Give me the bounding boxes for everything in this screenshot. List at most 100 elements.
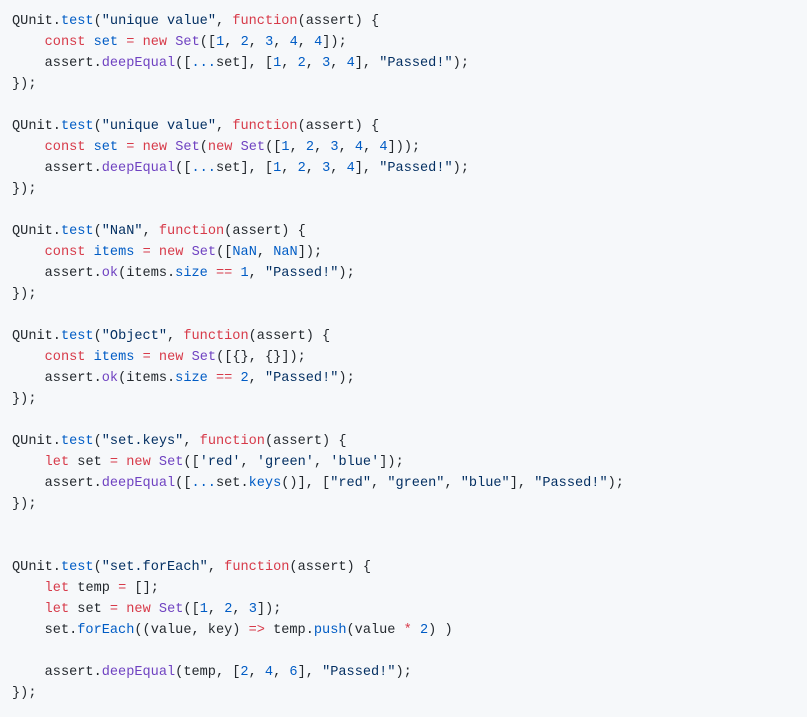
code-text: (items. <box>118 371 176 386</box>
string-token: "blue" <box>460 476 510 491</box>
code-line: assert.ok(items.size == 2, "Passed!"); <box>12 368 807 389</box>
number-token: 1 <box>281 140 290 155</box>
code-text: ); <box>338 266 355 281</box>
code-block: QUnit.test("unique value", function(asse… <box>0 0 807 717</box>
code-text: ([{}, {}]); <box>216 350 306 365</box>
number-token: 3 <box>248 602 257 617</box>
code-text: QUnit. <box>12 329 61 344</box>
keyword-token: const <box>44 140 86 155</box>
code-text: (value <box>346 623 404 638</box>
property-token: set <box>93 140 119 155</box>
operator-token: = <box>142 245 151 260</box>
keyword-token: function <box>224 560 290 575</box>
code-text: }); <box>12 392 37 407</box>
string-token: "Passed!" <box>264 266 339 281</box>
keyword-token: new <box>158 245 184 260</box>
code-text: , <box>305 161 323 176</box>
code-line: assert.deepEqual(temp, [2, 4, 6], "Passe… <box>12 662 807 683</box>
string-token: 'green' <box>256 455 314 470</box>
keyword-token: new <box>207 140 233 155</box>
code-line: }); <box>12 494 807 515</box>
code-text: set <box>69 455 110 470</box>
code-text: QUnit. <box>12 560 61 575</box>
code-text: , <box>248 266 265 281</box>
code-text: , <box>330 161 347 176</box>
property-token: size <box>175 371 208 386</box>
number-token: 6 <box>289 665 298 680</box>
code-text: , <box>363 140 380 155</box>
string-token: "Object" <box>101 329 168 344</box>
operator-token: == <box>215 371 233 386</box>
property-token: test <box>60 119 94 134</box>
keyword-token: function <box>199 434 265 449</box>
number-token: 4 <box>346 56 355 71</box>
code-text: set. <box>12 623 78 638</box>
code-text: }); <box>12 686 37 701</box>
code-line: QUnit.test("unique value", function(asse… <box>12 11 807 32</box>
code-text: ) ) <box>428 623 453 638</box>
code-line: assert.ok(items.size == 1, "Passed!"); <box>12 263 807 284</box>
code-text: (assert) { <box>264 434 347 449</box>
keyword-token: function <box>232 14 298 29</box>
code-line: const set = new Set([1, 2, 3, 4, 4]); <box>12 32 807 53</box>
code-text: ); <box>452 161 469 176</box>
code-text: ( <box>93 329 102 344</box>
code-text: , <box>207 560 225 575</box>
number-token: 3 <box>330 140 339 155</box>
code-text: set <box>69 602 110 617</box>
code-text: set], [ <box>215 161 274 176</box>
code-text: , <box>248 371 265 386</box>
keyword-token: function <box>158 224 225 239</box>
number-token: NaN <box>273 245 298 260</box>
code-text: }); <box>12 497 37 512</box>
code-text: ); <box>607 476 624 491</box>
code-text: ( <box>93 434 102 449</box>
code-text: (assert) { <box>297 14 380 29</box>
property-token: test <box>60 560 94 575</box>
code-text: ([ <box>183 455 200 470</box>
function-token: deepEqual <box>101 56 176 71</box>
code-line: let set = new Set([1, 2, 3]); <box>12 599 807 620</box>
code-text: , <box>297 35 315 50</box>
code-text: , <box>183 434 200 449</box>
property-token: items <box>93 350 135 365</box>
code-text: assert. <box>12 371 102 386</box>
code-text: ( <box>93 14 102 29</box>
number-token: 2 <box>305 140 315 155</box>
code-text: ]); <box>256 602 282 617</box>
keyword-token: function <box>232 119 298 134</box>
code-text: (items. <box>118 266 176 281</box>
string-token: "unique value" <box>101 14 216 29</box>
code-line: QUnit.test("Object", function(assert) { <box>12 326 807 347</box>
code-text: , <box>248 665 265 680</box>
number-token: 1 <box>240 266 249 281</box>
function-token: Set <box>191 350 217 365</box>
number-token: 4 <box>379 140 388 155</box>
operator-token: = <box>109 455 119 470</box>
function-token: ok <box>101 371 119 386</box>
code-text: , <box>215 119 233 134</box>
code-line: }); <box>12 683 807 704</box>
code-text: (assert) { <box>297 119 380 134</box>
number-token: 2 <box>240 665 249 680</box>
keyword-token: const <box>44 245 86 260</box>
property-token: set <box>93 35 119 50</box>
function-token: deepEqual <box>101 161 176 176</box>
code-line: QUnit.test("unique value", function(asse… <box>12 116 807 137</box>
property-token: push <box>313 623 347 638</box>
code-text: ([ <box>199 35 217 50</box>
operator-token: == <box>215 266 233 281</box>
